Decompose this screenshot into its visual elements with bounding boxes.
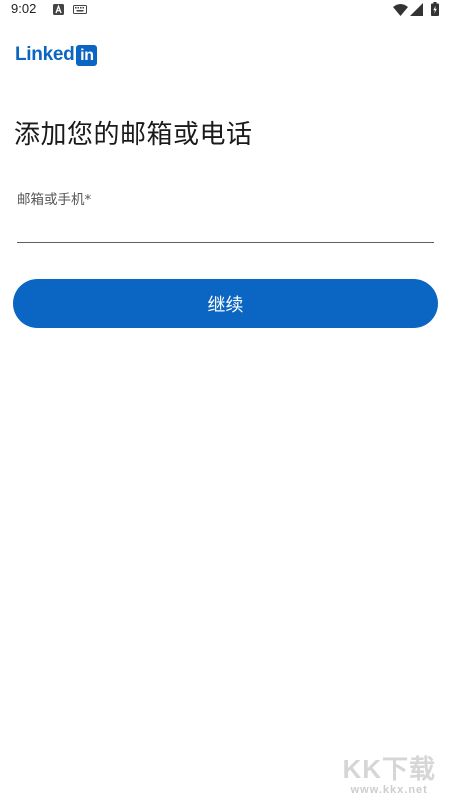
status-time: 9:02 xyxy=(11,1,37,16)
linkedin-logo: Linked in xyxy=(15,44,98,66)
status-bar: 9:02 xyxy=(0,0,450,20)
watermark-url: www.kkx.net xyxy=(350,784,428,796)
watermark-text: KK下载 xyxy=(342,754,436,784)
page-title: 添加您的邮箱或电话 xyxy=(14,120,253,150)
logo-wordmark: Linked xyxy=(15,44,75,65)
wifi-icon xyxy=(393,4,408,16)
email-or-phone-input[interactable] xyxy=(17,208,434,243)
continue-button[interactable]: 继续 xyxy=(13,279,438,328)
email-or-phone-label: 邮箱或手机* xyxy=(17,192,92,208)
keyboard-icon xyxy=(73,5,87,14)
logo-in-badge: in xyxy=(76,44,98,66)
watermark: KK下载 www.kkx.net xyxy=(342,749,436,796)
battery-charging-icon xyxy=(431,2,439,16)
a-letter-icon xyxy=(53,4,64,15)
signal-icon xyxy=(410,3,423,16)
